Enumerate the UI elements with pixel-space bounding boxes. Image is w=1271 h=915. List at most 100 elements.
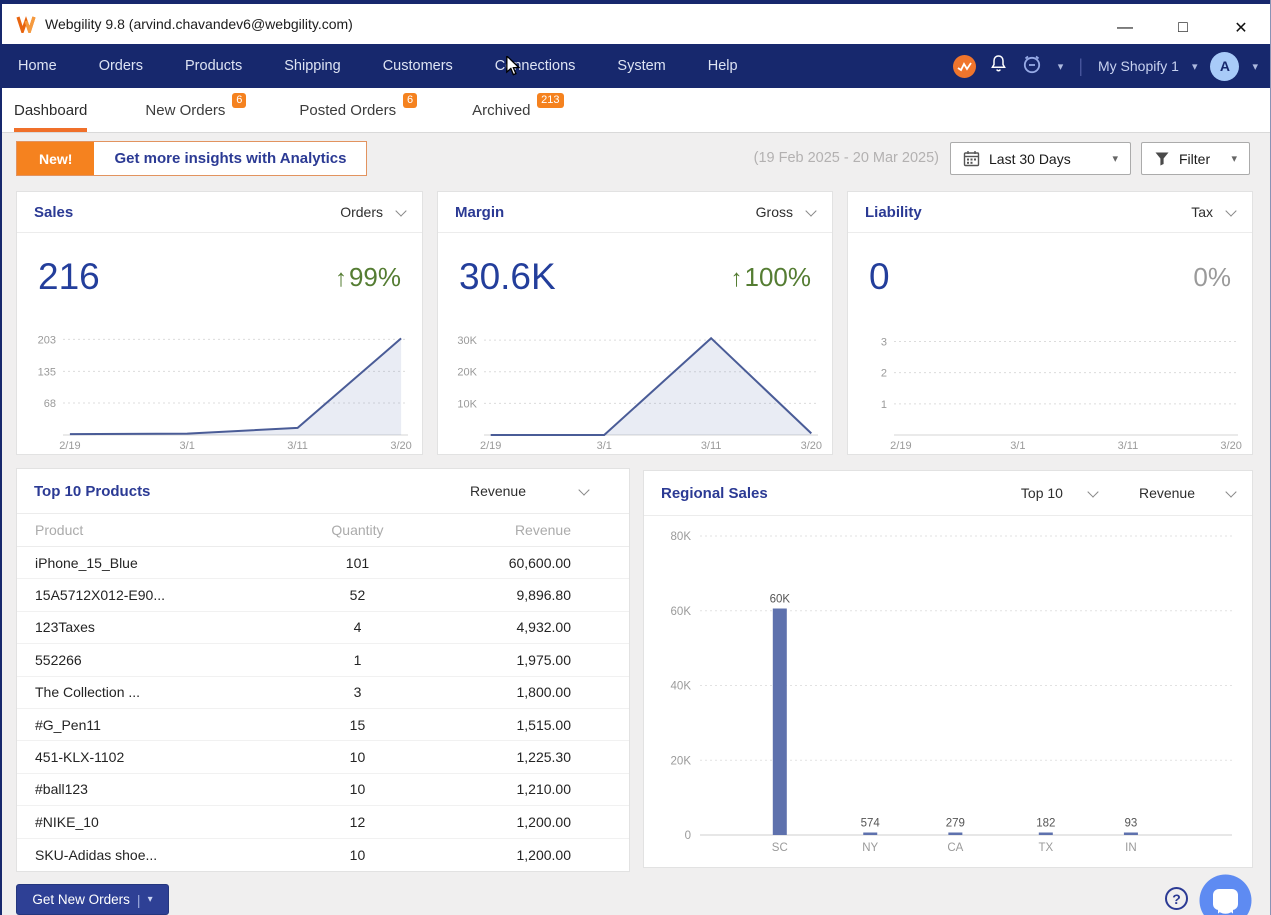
nav-item-home[interactable]: Home — [18, 58, 57, 74]
avatar[interactable]: A — [1210, 52, 1239, 81]
table-row[interactable]: #ball123101,210.00 — [17, 774, 629, 806]
svg-text:2/19: 2/19 — [480, 440, 501, 452]
col-revenue[interactable]: Revenue — [431, 522, 629, 538]
filter-dropdown[interactable]: Filter ▾ — [1141, 142, 1250, 175]
analytics-banner[interactable]: New! Get more insights with Analytics — [16, 141, 367, 176]
product-name: 451-KLX-1102 — [17, 749, 284, 765]
svg-text:203: 203 — [38, 334, 56, 346]
tab-posted-orders[interactable]: Posted Orders 6 — [299, 88, 396, 132]
regional-sales-title: Regional Sales — [661, 485, 768, 502]
product-quantity: 1 — [284, 652, 431, 668]
product-revenue: 4,932.00 — [431, 619, 629, 635]
scheduler-alarm-icon[interactable] — [1021, 53, 1045, 80]
table-row[interactable]: 123Taxes44,932.00 — [17, 612, 629, 644]
top-products-metric-dropdown[interactable]: Revenue — [470, 483, 588, 499]
nav-item-orders[interactable]: Orders — [99, 58, 143, 74]
nav-item-system[interactable]: System — [617, 58, 665, 74]
svg-text:3/1: 3/1 — [1010, 440, 1025, 452]
col-quantity[interactable]: Quantity — [284, 522, 431, 538]
svg-text:20K: 20K — [457, 367, 477, 379]
liability-metric-dropdown[interactable]: Tax — [1191, 204, 1235, 220]
table-row[interactable]: #NIKE_10121,200.00 — [17, 806, 629, 838]
tab-posted-orders-label: Posted Orders — [299, 102, 396, 119]
table-row[interactable]: SKU-Adidas shoe...101,200.00 — [17, 839, 629, 871]
svg-text:IN: IN — [1125, 842, 1137, 854]
chevron-down-icon — [1087, 486, 1098, 497]
sales-metric-dropdown[interactable]: Orders — [340, 204, 405, 220]
button-divider: | — [137, 892, 141, 908]
product-revenue: 1,200.00 — [431, 847, 629, 863]
period-label: Last 30 Days — [989, 151, 1071, 167]
liability-trend-chart: 1232/193/13/113/20 — [852, 321, 1248, 457]
sales-change: ↑99% — [335, 262, 401, 293]
get-new-orders-button[interactable]: Get New Orders | ▾ — [16, 884, 169, 915]
product-revenue: 9,896.80 — [431, 587, 629, 603]
nav-item-customers[interactable]: Customers — [383, 58, 453, 74]
products-table-header: Product Quantity Revenue — [17, 514, 629, 547]
margin-change-value: 100% — [745, 262, 812, 292]
close-button[interactable]: ✕ — [1212, 8, 1270, 48]
svg-text:20K: 20K — [671, 755, 692, 767]
regional-scope-dropdown[interactable]: Top 10 — [1021, 485, 1097, 501]
regional-metric-dropdown[interactable]: Revenue — [1139, 485, 1235, 501]
help-button[interactable]: ? — [1165, 887, 1188, 910]
table-row[interactable]: 15A5712X012-E90...529,896.80 — [17, 579, 629, 611]
table-row[interactable]: #G_Pen11151,515.00 — [17, 709, 629, 741]
filter-caret-icon: ▾ — [1231, 152, 1237, 165]
svg-text:10K: 10K — [457, 398, 477, 410]
top-products-card: Top 10 Products Revenue Product Quantity… — [16, 468, 630, 872]
table-row[interactable]: iPhone_15_Blue10160,600.00 — [17, 547, 629, 579]
sales-metric-label: Orders — [340, 204, 383, 220]
margin-value: 30.6K — [459, 256, 556, 298]
col-product[interactable]: Product — [17, 522, 284, 538]
svg-text:574: 574 — [861, 818, 881, 830]
tab-bar: Dashboard New Orders 6 Posted Orders 6 A… — [2, 88, 1270, 133]
posted-orders-count-badge: 6 — [403, 93, 417, 108]
product-quantity: 15 — [284, 717, 431, 733]
period-dropdown[interactable]: Last 30 Days ▾ — [950, 142, 1131, 175]
margin-card: Margin Gross 30.6K ↑100% 10K20K30K2/193/… — [437, 191, 833, 455]
product-revenue: 1,200.00 — [431, 814, 629, 830]
svg-text:60K: 60K — [671, 606, 692, 618]
tab-archived-label: Archived — [472, 102, 530, 119]
liability-card: Liability Tax 0 0% 1232/193/13/113/20 — [847, 191, 1253, 455]
nav-item-help[interactable]: Help — [708, 58, 738, 74]
sales-card-title: Sales — [34, 204, 73, 221]
table-row[interactable]: The Collection ...31,800.00 — [17, 677, 629, 709]
tab-dashboard[interactable]: Dashboard — [14, 88, 87, 132]
scheduler-caret-icon[interactable]: ▾ — [1058, 60, 1064, 73]
chat-widget-button[interactable] — [1198, 873, 1253, 915]
tab-dashboard-label: Dashboard — [14, 102, 87, 119]
store-caret-icon[interactable]: ▾ — [1192, 60, 1198, 73]
regional-metric-label: Revenue — [1139, 485, 1195, 501]
notifications-bell-icon[interactable] — [989, 54, 1008, 79]
product-name: iPhone_15_Blue — [17, 555, 284, 571]
tab-new-orders[interactable]: New Orders 6 — [145, 88, 225, 132]
table-row[interactable]: 451-KLX-1102101,225.30 — [17, 741, 629, 773]
filter-funnel-icon — [1154, 151, 1170, 166]
margin-metric-dropdown[interactable]: Gross — [756, 204, 815, 220]
svg-text:3/20: 3/20 — [390, 440, 411, 452]
svg-text:3/1: 3/1 — [597, 440, 612, 452]
banner-message: Get more insights with Analytics — [94, 142, 366, 175]
table-row[interactable]: 55226611,975.00 — [17, 644, 629, 676]
main-nav: Home Orders Products Shipping Customers … — [2, 44, 1270, 88]
svg-text:3/1: 3/1 — [180, 440, 195, 452]
product-quantity: 3 — [284, 684, 431, 700]
date-range-label: (19 Feb 2025 - 20 Mar 2025) — [754, 150, 939, 166]
nav-item-shipping[interactable]: Shipping — [284, 58, 340, 74]
chevron-down-icon — [578, 484, 589, 495]
analytics-pulse-icon[interactable] — [953, 55, 976, 78]
product-name: 552266 — [17, 652, 284, 668]
product-name: #ball123 — [17, 781, 284, 797]
svg-text:3: 3 — [881, 336, 887, 348]
store-selector[interactable]: My Shopify 1 — [1098, 58, 1179, 74]
nav-divider: | — [1078, 56, 1083, 77]
product-revenue: 1,800.00 — [431, 684, 629, 700]
minimize-button[interactable]: — — [1096, 8, 1154, 48]
nav-item-connections[interactable]: Connections — [495, 58, 576, 74]
account-caret-icon[interactable]: ▾ — [1252, 60, 1258, 73]
tab-archived[interactable]: Archived 213 — [472, 88, 530, 132]
nav-item-products[interactable]: Products — [185, 58, 242, 74]
maximize-button[interactable]: □ — [1154, 8, 1212, 48]
